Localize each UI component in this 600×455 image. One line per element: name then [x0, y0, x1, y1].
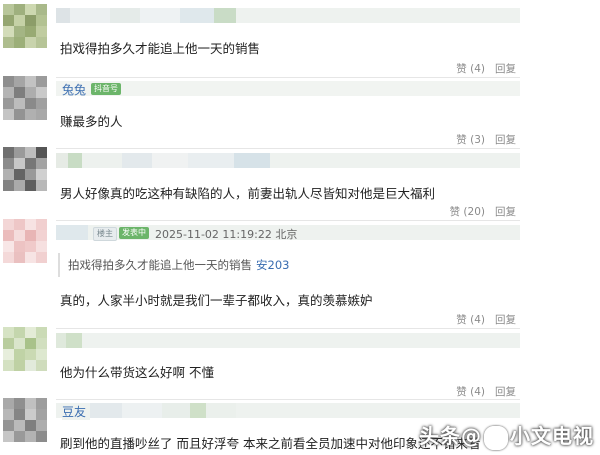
comment-actions: 赞 (4) 回复 — [446, 384, 516, 399]
username-bar — [56, 81, 520, 96]
like-button[interactable]: 赞 (4) — [456, 63, 485, 75]
divider — [56, 220, 520, 221]
status-badge: 发表中 — [119, 227, 149, 239]
badge: 抖音号 — [91, 83, 121, 95]
username-bar[interactable] — [56, 153, 520, 168]
username-bar[interactable] — [56, 8, 520, 23]
comment-text: 真的，人家半小时就是我们一辈子都收入，真的羡慕嫉妒 — [60, 293, 373, 308]
divider — [56, 399, 520, 400]
avatar[interactable] — [3, 327, 47, 371]
quoted-comment[interactable]: 拍戏得拍多久才能追上他一天的销售 安203 — [58, 253, 520, 277]
reply-button[interactable]: 回复 — [495, 134, 516, 146]
comment-text: 赚最多的人 — [60, 114, 123, 129]
quote-user[interactable]: 安203 — [256, 258, 289, 272]
avatar[interactable] — [3, 76, 47, 120]
avatar[interactable] — [3, 398, 47, 442]
divider — [56, 77, 520, 78]
username[interactable]: 豆友 — [62, 403, 91, 420]
comment-text: 男人好像真的吃这种有缺陷的人，前妻出轨人尽皆知对他是巨大福利 — [60, 186, 436, 201]
comment-actions: 赞 (20) 回复 — [440, 204, 516, 219]
username-bar[interactable] — [56, 333, 520, 348]
comment-actions: 赞 (3) 回复 — [446, 132, 516, 147]
comment-actions: 赞 (4) 回复 — [446, 312, 516, 327]
watermark-right: 小文电视 — [510, 424, 594, 448]
watermark-logo-icon — [484, 425, 508, 450]
reply-button[interactable]: 回复 — [495, 386, 516, 398]
reply-button[interactable]: 回复 — [495, 206, 516, 218]
quote-text: 拍戏得拍多久才能追上他一天的销售 — [68, 258, 252, 272]
avatar[interactable] — [3, 147, 47, 191]
divider — [56, 328, 520, 329]
timestamp: 2025-11-02 11:19:22 北京 — [155, 228, 298, 241]
comment-text: 刷到他的直播吵丝了 而且好浮夸 本来之前看全员加速中对他印象还不错来看 — [60, 436, 481, 451]
watermark-left: 头条 — [419, 424, 461, 448]
avatar[interactable] — [3, 4, 47, 48]
divider — [56, 148, 520, 149]
like-button[interactable]: 赞 (4) — [456, 314, 485, 326]
username-bar — [56, 403, 520, 418]
like-button[interactable]: 赞 (20) — [450, 206, 485, 218]
comment-actions: 赞 (4) 回复 — [446, 61, 516, 76]
watermark-at: @ — [461, 424, 482, 448]
reply-button[interactable]: 回复 — [495, 63, 516, 75]
like-button[interactable]: 赞 (3) — [456, 134, 485, 146]
username[interactable]: 兔兔 — [62, 81, 86, 98]
like-button[interactable]: 赞 (4) — [456, 386, 485, 398]
avatar[interactable] — [3, 219, 47, 263]
watermark: 头条@ 小文电视 — [419, 420, 594, 450]
author-badge: 楼主 — [93, 227, 117, 241]
comment-text: 他为什么带货这么好啊 不懂 — [60, 365, 214, 380]
comment-text: 拍戏得拍多久才能追上他一天的销售 — [60, 41, 261, 56]
reply-button[interactable]: 回复 — [495, 314, 516, 326]
